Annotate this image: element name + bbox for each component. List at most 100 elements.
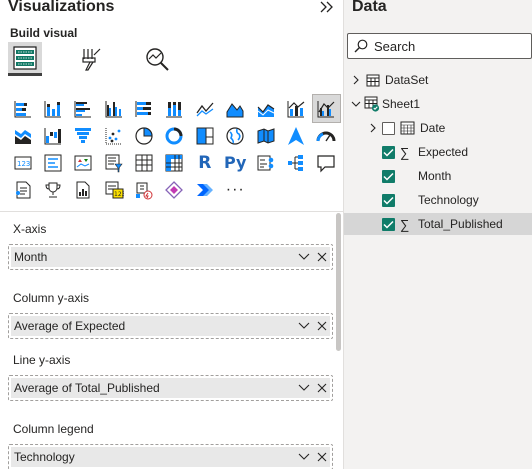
stacked-bar-chart-icon[interactable] bbox=[9, 95, 36, 122]
visual-type-gallery: 123 R Py 123 ··· bbox=[9, 94, 341, 203]
column-y-axis-well[interactable]: Average of Expected bbox=[8, 313, 333, 339]
key-influencers-icon[interactable] bbox=[252, 149, 279, 176]
analytics-tab[interactable] bbox=[140, 42, 174, 76]
build-visual-tab[interactable] bbox=[8, 42, 42, 76]
power-automate-visual-icon[interactable] bbox=[131, 176, 158, 203]
field-row-technology[interactable]: Technology bbox=[344, 189, 532, 211]
funnel-chart-icon[interactable] bbox=[70, 122, 97, 149]
more-visuals-button[interactable]: ··· bbox=[222, 176, 249, 203]
x-axis-well[interactable]: Month bbox=[8, 244, 333, 270]
build-visual-label: Build visual bbox=[10, 26, 78, 40]
remove-field-icon[interactable] bbox=[315, 450, 329, 464]
card-icon[interactable]: 123 bbox=[9, 149, 36, 176]
power-apps-visual-icon[interactable]: 123 bbox=[100, 176, 127, 203]
table-icon[interactable] bbox=[131, 149, 158, 176]
metrics-diamond-icon[interactable] bbox=[161, 176, 188, 203]
clustered-column-chart-icon[interactable] bbox=[100, 95, 127, 122]
sigma-icon: ∑ bbox=[400, 144, 410, 160]
format-visual-tab[interactable] bbox=[73, 42, 107, 76]
field-checkbox-checked[interactable] bbox=[382, 169, 395, 183]
tree-item-sheet1[interactable]: Sheet1 bbox=[344, 93, 532, 115]
column-y-axis-field-pill[interactable]: Average of Expected bbox=[11, 316, 330, 336]
column-legend-well-label: Column legend bbox=[13, 422, 94, 436]
column-legend-well[interactable]: Technology bbox=[8, 444, 333, 469]
goals-trophy-icon[interactable] bbox=[39, 176, 66, 203]
wells-scrollbar[interactable] bbox=[336, 213, 341, 351]
chevron-down-icon[interactable] bbox=[297, 319, 311, 333]
chevron-down-icon[interactable] bbox=[351, 99, 361, 109]
data-pane: Data Search DataSet Sheet1 Date ∑ Expect… bbox=[344, 0, 532, 469]
field-label: Total_Published bbox=[418, 217, 503, 231]
field-label: Date bbox=[420, 121, 446, 135]
field-row-date[interactable]: Date bbox=[344, 117, 532, 139]
collapse-pane-icon[interactable] bbox=[318, 0, 336, 15]
line-y-axis-field-pill[interactable]: Average of Total_Published bbox=[11, 378, 330, 398]
kpi-icon[interactable] bbox=[70, 149, 97, 176]
field-row-month[interactable]: Month bbox=[344, 165, 532, 187]
stacked-area-chart-icon[interactable] bbox=[252, 95, 279, 122]
line-and-clustered-column-chart-icon[interactable] bbox=[311, 94, 341, 123]
chevron-right-icon[interactable] bbox=[351, 75, 361, 85]
line-y-axis-field-value: Average of Total_Published bbox=[14, 381, 160, 395]
py-visual-label: Py bbox=[224, 153, 247, 172]
treemap-icon[interactable] bbox=[191, 122, 218, 149]
filled-map-icon[interactable] bbox=[252, 122, 279, 149]
power-automate-chevron-icon[interactable] bbox=[191, 176, 218, 203]
remove-field-icon[interactable] bbox=[315, 381, 329, 395]
pie-chart-icon[interactable] bbox=[131, 122, 158, 149]
x-axis-field-value: Month bbox=[14, 250, 48, 264]
search-input[interactable]: Search bbox=[347, 33, 532, 59]
r-script-visual-icon[interactable]: R bbox=[191, 149, 218, 176]
multi-row-card-icon[interactable] bbox=[39, 149, 66, 176]
field-label: Technology bbox=[418, 193, 479, 207]
matrix-icon[interactable] bbox=[161, 149, 188, 176]
ribbon-chart-icon[interactable] bbox=[9, 122, 36, 149]
clustered-bar-chart-icon[interactable] bbox=[70, 95, 97, 122]
chevron-down-icon[interactable] bbox=[297, 381, 311, 395]
gauge-icon[interactable] bbox=[313, 122, 340, 149]
line-y-axis-well[interactable]: Average of Total_Published bbox=[8, 375, 333, 401]
paginated-report-icon[interactable] bbox=[70, 176, 97, 203]
table-checked-icon bbox=[364, 96, 380, 112]
tree-item-dataset[interactable]: DataSet bbox=[344, 69, 532, 91]
line-and-stacked-column-chart-icon[interactable] bbox=[283, 95, 310, 122]
map-globe-icon[interactable] bbox=[222, 122, 249, 149]
line-y-axis-well-label: Line y-axis bbox=[13, 353, 71, 367]
field-checkbox-checked[interactable] bbox=[382, 193, 395, 207]
calendar-hierarchy-icon bbox=[400, 121, 415, 135]
remove-field-icon[interactable] bbox=[315, 319, 329, 333]
area-chart-icon[interactable] bbox=[222, 95, 249, 122]
chevron-down-icon[interactable] bbox=[297, 450, 311, 464]
100-stacked-column-chart-icon[interactable] bbox=[161, 95, 188, 122]
x-axis-field-pill[interactable]: Month bbox=[11, 247, 330, 267]
azure-map-icon[interactable] bbox=[283, 122, 310, 149]
column-legend-field-pill[interactable]: Technology bbox=[11, 447, 330, 467]
python-visual-icon[interactable]: Py bbox=[222, 149, 249, 176]
chevron-right-icon[interactable] bbox=[368, 123, 378, 133]
donut-chart-icon[interactable] bbox=[161, 122, 188, 149]
field-row-total-published[interactable]: ∑ Total_Published bbox=[344, 213, 532, 235]
column-legend-field-value: Technology bbox=[14, 450, 75, 464]
slicer-icon[interactable] bbox=[100, 149, 127, 176]
remove-field-icon[interactable] bbox=[315, 250, 329, 264]
smart-narrative-icon[interactable] bbox=[9, 176, 36, 203]
qa-visual-icon[interactable] bbox=[313, 149, 340, 176]
stacked-column-chart-icon[interactable] bbox=[39, 95, 66, 122]
field-checkbox-checked[interactable] bbox=[382, 145, 395, 159]
line-chart-icon[interactable] bbox=[191, 95, 218, 122]
decomposition-tree-icon[interactable] bbox=[283, 149, 310, 176]
field-checkbox-checked[interactable] bbox=[382, 217, 395, 231]
column-y-axis-field-value: Average of Expected bbox=[14, 319, 126, 333]
svg-text:123: 123 bbox=[114, 191, 124, 198]
chevron-down-icon[interactable] bbox=[297, 250, 311, 264]
field-label: Month bbox=[418, 169, 452, 183]
waterfall-chart-icon[interactable] bbox=[39, 122, 66, 149]
more-visuals-label: ··· bbox=[225, 180, 245, 198]
100-stacked-bar-chart-icon[interactable] bbox=[131, 95, 158, 122]
scatter-chart-icon[interactable] bbox=[100, 122, 127, 149]
tree-item-label: Sheet1 bbox=[382, 97, 421, 111]
r-visual-label: R bbox=[198, 152, 212, 173]
field-row-expected[interactable]: ∑ Expected bbox=[344, 141, 532, 163]
field-label: Expected bbox=[418, 145, 469, 159]
field-checkbox[interactable] bbox=[382, 121, 395, 135]
